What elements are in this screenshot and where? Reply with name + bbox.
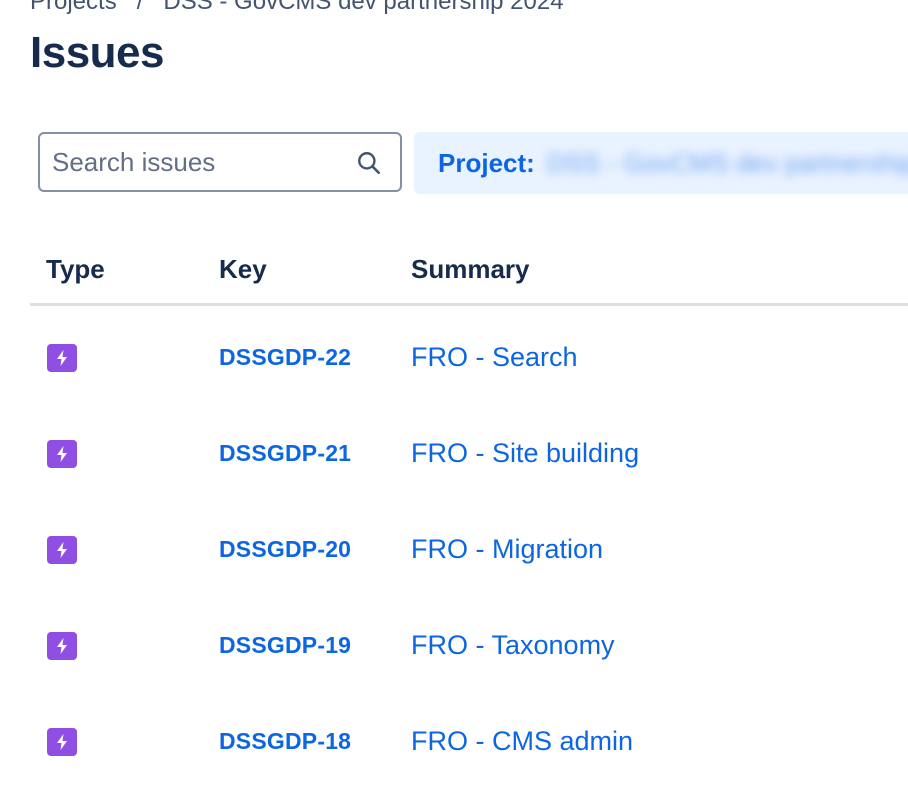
epic-icon <box>47 728 77 756</box>
issue-key-link[interactable]: DSSGDP-22 <box>219 344 351 371</box>
epic-icon <box>47 344 77 372</box>
table-row: DSSGDP-20 FRO - Migration <box>30 502 908 598</box>
table-row: DSSGDP-22 FRO - Search <box>30 310 908 406</box>
issues-table-header: Type Key Summary <box>30 240 908 306</box>
search-icon[interactable] <box>356 150 382 176</box>
search-input[interactable] <box>40 134 342 190</box>
issue-summary-link[interactable]: FRO - Search <box>411 342 578 373</box>
column-header-key[interactable]: Key <box>219 254 267 285</box>
issue-key-link[interactable]: DSSGDP-21 <box>219 440 351 467</box>
breadcrumb: Projects / DSS - GovCMS dev partnership … <box>30 0 564 16</box>
epic-icon <box>47 632 77 660</box>
table-row: DSSGDP-19 FRO - Taxonomy <box>30 598 908 694</box>
column-header-summary[interactable]: Summary <box>411 254 530 285</box>
issue-key-link[interactable]: DSSGDP-18 <box>219 728 351 755</box>
page-title: Issues <box>30 28 164 77</box>
issue-key-link[interactable]: DSSGDP-20 <box>219 536 351 563</box>
issue-summary-link[interactable]: FRO - Migration <box>411 534 603 565</box>
issue-summary-link[interactable]: FRO - Site building <box>411 438 639 469</box>
issue-summary-link[interactable]: FRO - CMS admin <box>411 726 633 757</box>
table-row: DSSGDP-18 FRO - CMS admin <box>30 694 908 786</box>
epic-icon <box>47 440 77 468</box>
breadcrumb-project-link[interactable]: DSS - GovCMS dev partnership 2024 <box>163 0 563 16</box>
project-filter-button[interactable]: Project: DSS - GovCMS dev partnership 20… <box>414 132 908 194</box>
epic-icon <box>47 536 77 564</box>
issue-key-link[interactable]: DSSGDP-19 <box>219 632 351 659</box>
project-filter-label: Project: <box>438 147 535 178</box>
column-header-type[interactable]: Type <box>46 254 105 285</box>
issues-page: Projects / DSS - GovCMS dev partnership … <box>0 0 908 786</box>
breadcrumb-separator: / <box>136 0 144 15</box>
breadcrumb-projects-link[interactable]: Projects <box>30 0 117 16</box>
issue-summary-link[interactable]: FRO - Taxonomy <box>411 630 615 661</box>
issues-table-body: DSSGDP-22 FRO - Search DSSGDP-21 FRO - S… <box>30 310 908 786</box>
search-box[interactable] <box>38 132 402 192</box>
table-row: DSSGDP-21 FRO - Site building <box>30 406 908 502</box>
project-filter-value: DSS - GovCMS dev partnership 2024 <box>546 147 908 178</box>
